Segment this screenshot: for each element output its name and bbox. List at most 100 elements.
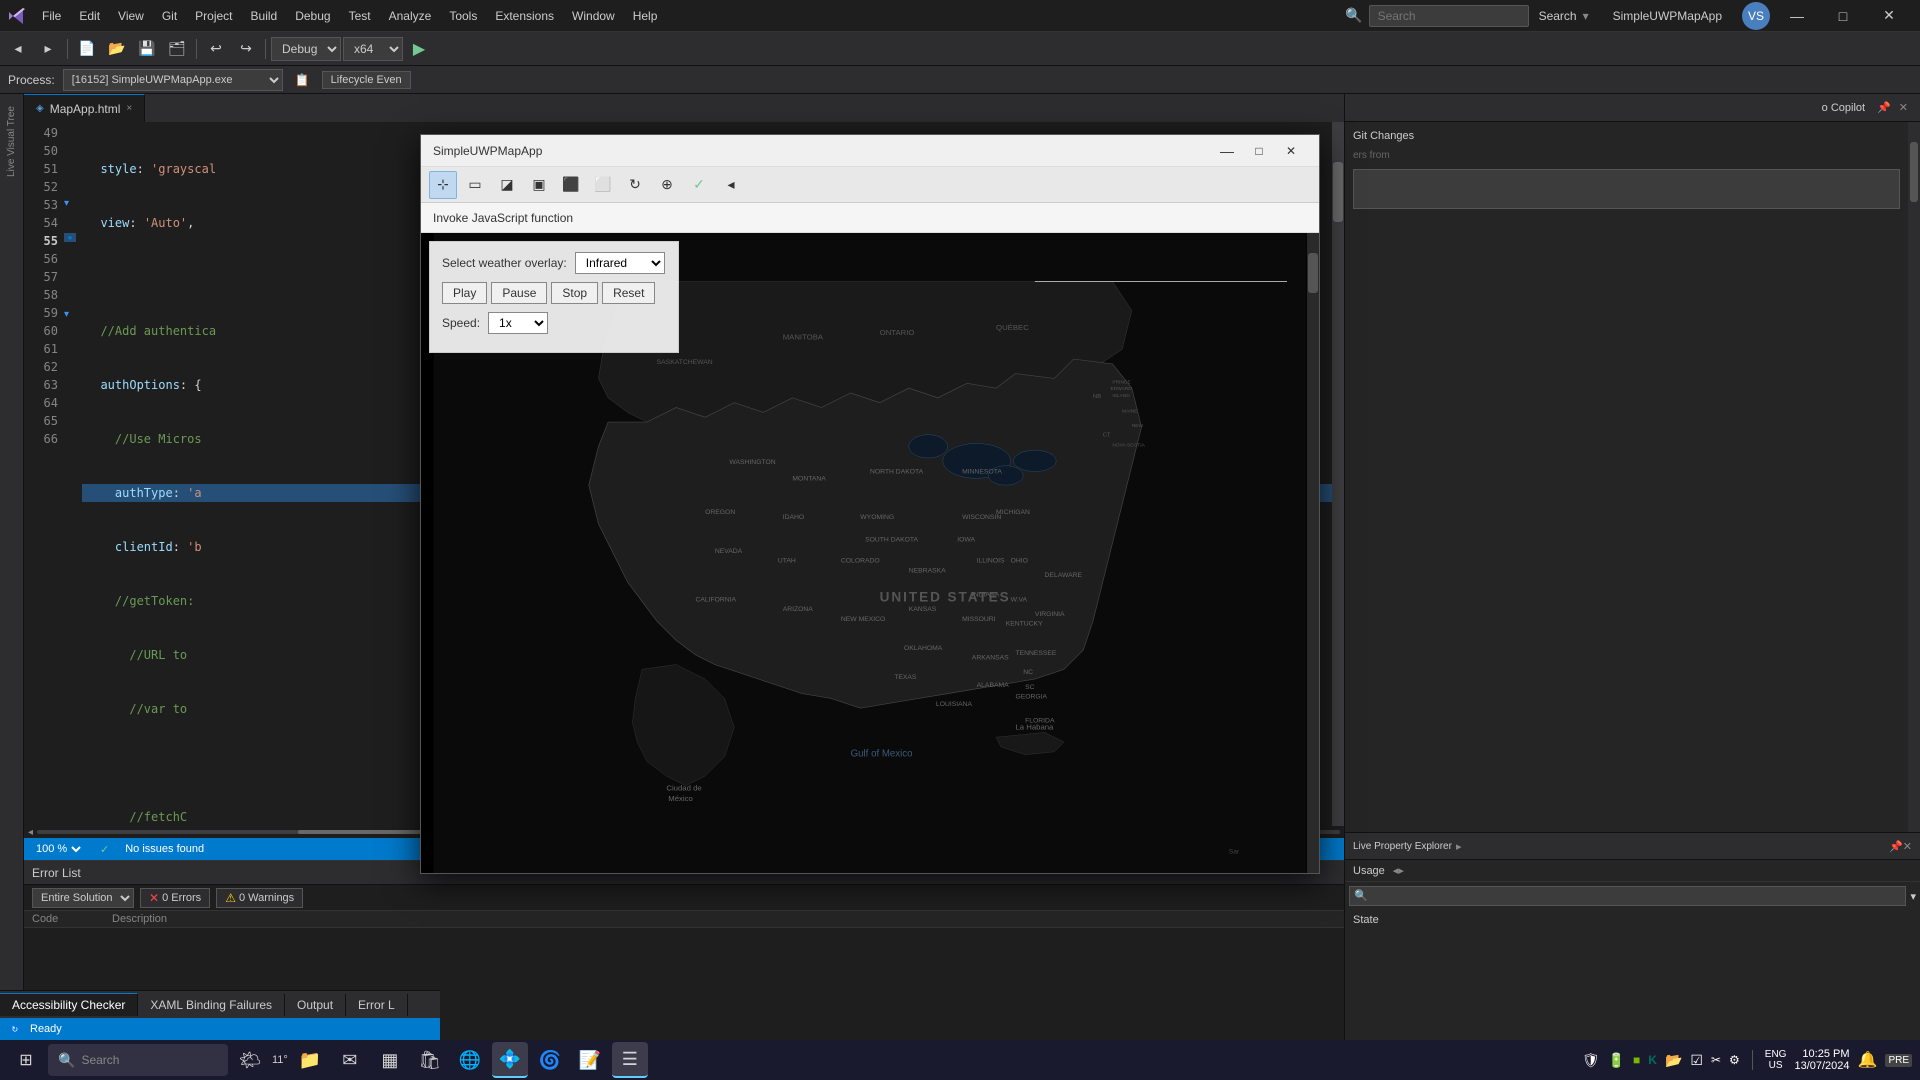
stop-button[interactable]: Stop [551, 282, 598, 304]
add-tool-btn[interactable]: ⊕ [653, 171, 681, 199]
warnings-badge[interactable]: ⚠ 0 Warnings [216, 888, 303, 908]
scroll-left-icon[interactable]: ◂ [28, 827, 33, 838]
back-tool-btn[interactable]: ◂ [717, 171, 745, 199]
properties-search-input[interactable] [1349, 886, 1906, 906]
box-tool-btn[interactable]: ▣ [525, 171, 553, 199]
pause-button[interactable]: Pause [491, 282, 547, 304]
menu-extensions[interactable]: Extensions [487, 5, 562, 27]
select-tool-btn[interactable]: ◪ [493, 171, 521, 199]
svg-text:OREGON: OREGON [705, 509, 735, 516]
svg-text:ISLAND: ISLAND [1112, 393, 1130, 399]
menu-project[interactable]: Project [187, 5, 240, 27]
apps-btn[interactable]: ▦ [372, 1042, 408, 1078]
lifecycle-button[interactable]: Lifecycle Even [322, 71, 411, 89]
dialog-minimize[interactable]: — [1211, 135, 1243, 167]
editor-tab-mapapp[interactable]: ◈ MapApp.html × [24, 94, 145, 122]
start-button[interactable]: ⊞ [8, 1042, 44, 1078]
menu-git[interactable]: Git [154, 5, 185, 27]
xaml-binding-tab[interactable]: XAML Binding Failures [138, 994, 285, 1016]
highlight2-tool-btn[interactable]: ⬜ [589, 171, 617, 199]
code-vertical-scrollbar[interactable] [1332, 122, 1344, 826]
right-scrollbar[interactable] [1908, 122, 1920, 832]
scrollbar-thumb[interactable] [1333, 162, 1343, 222]
toolbar-undo[interactable]: ↩ [202, 36, 230, 62]
weather-app[interactable]: 🌤 [232, 1042, 268, 1078]
toolbar-save-all[interactable]: 🗂 [163, 36, 191, 62]
reset-button[interactable]: Reset [602, 282, 655, 304]
toolbar-start[interactable]: ▶ [405, 36, 433, 62]
errors-badge[interactable]: ✕ 0 Errors [140, 888, 210, 908]
speed-dropdown[interactable]: 1x 2x 0.5x [488, 312, 548, 334]
menu-file[interactable]: File [34, 5, 69, 27]
output-tab[interactable]: Output [285, 994, 346, 1016]
browser-app[interactable]: 🌀 [532, 1042, 568, 1078]
notepad-app[interactable]: 📝 [572, 1042, 608, 1078]
zoom-select[interactable]: 100 % [32, 842, 84, 856]
edge-app[interactable]: 🌐 [452, 1042, 488, 1078]
store-app[interactable]: 🛍 [412, 1042, 448, 1078]
toolbar-new[interactable]: 📄 [73, 36, 101, 62]
overlay-dropdown[interactable]: Infrared Visible Radar [575, 252, 665, 274]
frame-tool-btn[interactable]: ▭ [461, 171, 489, 199]
notification-icon[interactable]: 🔔 [1858, 1050, 1878, 1070]
dialog-content[interactable]: Gulf of Mexico La Habana Ciudad de Méxic… [421, 233, 1319, 873]
error-list-tab[interactable]: Error L [346, 994, 408, 1016]
usage-expand-btn[interactable]: ▸ [1456, 840, 1462, 853]
dialog-maximize[interactable]: □ [1243, 135, 1275, 167]
toolbar-forward[interactable]: ▸ [34, 36, 62, 62]
error-filter-select[interactable]: Entire Solution [32, 888, 134, 908]
right-scrollbar-thumb[interactable] [1910, 142, 1918, 202]
files-app[interactable]: 📁 [292, 1042, 328, 1078]
refresh-tool-btn[interactable]: ↻ [621, 171, 649, 199]
toolbar-save[interactable]: 💾 [133, 36, 161, 62]
playback-buttons: Play Pause Stop Reset [442, 282, 666, 304]
platform-dropdown[interactable]: x64 [343, 37, 403, 61]
menu-tools[interactable]: Tools [441, 5, 485, 27]
accessibility-checker-tab[interactable]: Accessibility Checker [0, 993, 138, 1016]
highlight-tool-btn[interactable]: ⬛ [557, 171, 585, 199]
usage-close-btn[interactable]: ✕ [1903, 840, 1912, 853]
play-button[interactable]: Play [442, 282, 487, 304]
uwp-app[interactable]: ☰ [612, 1042, 648, 1078]
cursor-tool-btn[interactable]: ⊹ [429, 171, 457, 199]
toolbar-back[interactable]: ◂ [4, 36, 32, 62]
live-visual-tree-label[interactable]: Live Visual Tree [4, 98, 19, 185]
menu-edit[interactable]: Edit [71, 5, 108, 27]
vs-code-app[interactable]: 💠 [492, 1042, 528, 1078]
menu-window[interactable]: Window [564, 5, 623, 27]
map-scrollbar-thumb[interactable] [1308, 253, 1318, 293]
usage-arrow-btns[interactable]: ◂▸ [1393, 864, 1404, 877]
svg-text:IOWA: IOWA [957, 536, 975, 543]
menu-analyze[interactable]: Analyze [381, 5, 440, 27]
error-icon: ✕ [149, 891, 159, 905]
minimize-button[interactable]: — [1774, 0, 1820, 32]
title-bar-controls: — □ ✕ [1774, 0, 1912, 32]
tab-close-button[interactable]: × [126, 103, 132, 114]
panel-pin-btn[interactable]: 📌 [1877, 101, 1891, 114]
time-display: 10:25 PM [1794, 1048, 1849, 1060]
maximize-button[interactable]: □ [1820, 0, 1866, 32]
usage-pin-btn[interactable]: 📌 [1889, 840, 1903, 853]
props-filter-btn[interactable]: ▾ [1910, 890, 1916, 903]
menu-build[interactable]: Build [243, 5, 286, 27]
search-input[interactable] [1369, 5, 1529, 27]
menu-test[interactable]: Test [341, 5, 379, 27]
toolbar-redo[interactable]: ↪ [232, 36, 260, 62]
svg-text:SC: SC [1025, 684, 1035, 691]
menu-help[interactable]: Help [625, 5, 666, 27]
check-tool-btn[interactable]: ✓ [685, 171, 713, 199]
map-scrollbar[interactable] [1307, 233, 1319, 873]
process-dropdown[interactable]: [16152] SimpleUWPMapApp.exe [63, 69, 283, 91]
close-button[interactable]: ✕ [1866, 0, 1912, 32]
toolbar-open[interactable]: 📂 [103, 36, 131, 62]
dialog-title: SimpleUWPMapApp [433, 144, 1211, 158]
taskbar-search[interactable]: 🔍 Search [48, 1044, 228, 1076]
menu-debug[interactable]: Debug [287, 5, 338, 27]
git-diff-view [1353, 169, 1900, 209]
vs-icon: ⚙ [1729, 1053, 1740, 1067]
debug-config-dropdown[interactable]: Debug [271, 37, 341, 61]
menu-view[interactable]: View [110, 5, 152, 27]
dialog-close[interactable]: ✕ [1275, 135, 1307, 167]
mail-app[interactable]: ✉ [332, 1042, 368, 1078]
panel-close-btn[interactable]: ✕ [1899, 101, 1908, 114]
